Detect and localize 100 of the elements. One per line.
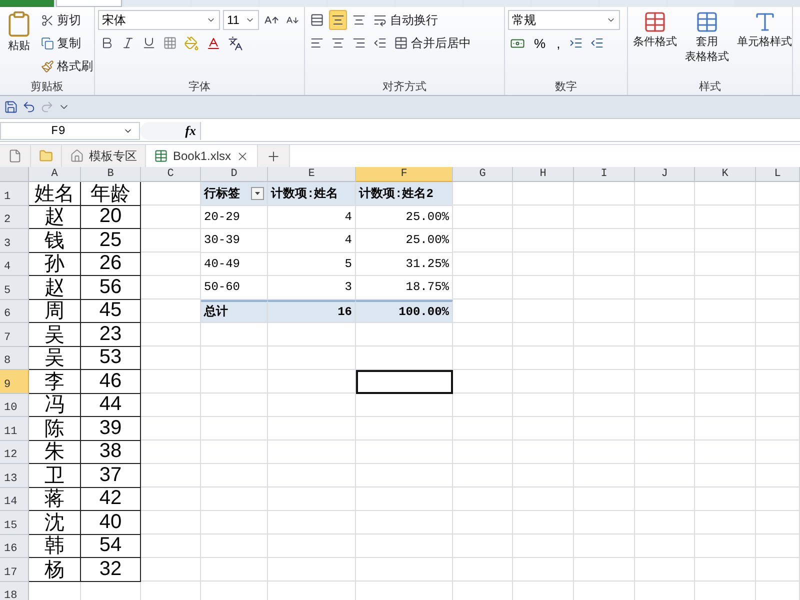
row-header[interactable]: 17 [0,558,29,582]
new-file-button[interactable] [0,145,31,167]
row-header[interactable]: 18 [0,582,29,600]
merge-center-button[interactable]: 合并后居中 [392,33,473,53]
row-header[interactable]: 5 [0,276,29,300]
table-cell: 周 [29,300,81,323]
group-label: 数字 [554,80,578,95]
table-cell: 56 [81,276,141,300]
table-cell: 16 [268,300,356,323]
table-cell: 陈 [29,417,81,440]
pivot-header-cell: 行标签 [201,182,268,206]
column-header[interactable]: I [574,167,635,182]
table-icon [695,10,719,34]
column-header[interactable]: D [201,167,268,182]
filter-dropdown-icon[interactable] [251,186,264,200]
scissors-icon [41,14,54,26]
table-cell: 25 [81,229,141,252]
table-cell: 杨 [29,558,81,582]
table-cell: 总计 [201,300,268,323]
percent-button[interactable]: % [530,33,550,53]
row-header[interactable]: 3 [0,229,29,252]
row-header[interactable]: 14 [0,488,29,511]
align-center-icon [331,36,345,50]
table-cell: 45 [81,300,141,323]
table-cell: 26 [81,252,141,276]
column-header[interactable]: A [29,167,81,182]
table-cell: 100.00% [356,300,453,323]
table-cell: 吴 [29,323,81,346]
bold-icon [100,36,114,50]
table-cell: 54 [81,534,141,558]
column-header[interactable]: F [356,167,453,182]
paste-button[interactable]: 粘贴 [3,10,35,80]
table-cell: 20 [81,206,141,229]
row-header[interactable]: 4 [0,252,29,276]
row-header[interactable]: 11 [0,417,29,440]
table-cell: 23 [81,323,141,346]
table-cell: 冯 [29,394,81,417]
row-header[interactable]: 16 [0,534,29,558]
font-size-field[interactable]: 11 [223,10,259,30]
column-header[interactable]: G [453,167,513,182]
italic-icon [121,36,135,50]
column-header[interactable]: E [268,167,356,182]
align-bottom-icon [352,13,366,27]
wrap-text-button[interactable]: 自动换行 [371,10,440,30]
group-label: 样式 [698,80,722,95]
row-header[interactable]: 15 [0,511,29,534]
table-cell: 40 [81,511,141,534]
row-header[interactable]: 2 [0,206,29,229]
align-top-icon [310,13,324,27]
align-middle-button[interactable] [329,10,347,30]
group-label: 剪贴板 [30,80,64,95]
row-header[interactable]: 7 [0,323,29,346]
format-table-button[interactable]: 套用 表格格式 [683,10,731,80]
copy-button[interactable]: 复制 [39,33,95,53]
increase-decimal-icon [569,36,584,50]
document-tab[interactable]: 模板专区 [62,145,146,167]
column-header[interactable]: J [635,167,695,182]
column-header[interactable]: H [513,167,574,182]
align-middle-icon [331,13,345,27]
row-header[interactable]: 9 [0,370,29,394]
table-cell: 钱 [29,229,81,252]
name-box[interactable]: F9 [0,122,140,140]
table-cell: 蒋 [29,488,81,511]
comma-button[interactable]: , [552,33,564,53]
table-cell: 32 [81,558,141,582]
table-cell: 孙 [29,252,81,276]
column-header[interactable]: K [695,167,756,182]
row-header[interactable]: 6 [0,300,29,323]
conditional-format-button[interactable]: 条件格式 [631,10,679,80]
row-header[interactable]: 1 [0,182,29,206]
font-color-icon [206,36,221,50]
table-icon [643,10,667,34]
group-label: 字体 [188,80,212,95]
pivot-header-cell: 计数项:姓名 [268,182,356,206]
row-header[interactable]: 10 [0,394,29,417]
table-cell: 37 [81,464,141,488]
column-header[interactable]: L [756,167,800,182]
table-cell: 吴 [29,346,81,370]
column-header[interactable]: C [141,167,201,182]
insert-function-button[interactable]: fx [140,122,200,140]
cut-button[interactable]: 剪切 [39,10,95,30]
row-header[interactable]: 8 [0,346,29,370]
save-icon [4,100,18,114]
table-cell: 朱 [29,440,81,464]
table-cell: 53 [81,346,141,370]
row-header[interactable]: 12 [0,440,29,464]
column-header[interactable]: B [81,167,141,182]
cell-styles-button[interactable]: 单元格样式 [735,10,794,80]
undo-icon [22,100,36,114]
number-format-field[interactable]: 常规 [508,10,620,30]
wrap-text-icon [373,13,387,27]
font-name-field[interactable]: 宋体 [98,10,220,30]
borders-icon [163,36,177,50]
copy-icon [41,36,54,50]
redo-icon [40,100,54,114]
brush-icon [41,60,54,72]
new-tab-button[interactable] [258,145,290,167]
row-header[interactable]: 13 [0,464,29,488]
table-cell: 沈 [29,511,81,534]
format-painter-button[interactable]: 格式刷 [39,56,95,76]
